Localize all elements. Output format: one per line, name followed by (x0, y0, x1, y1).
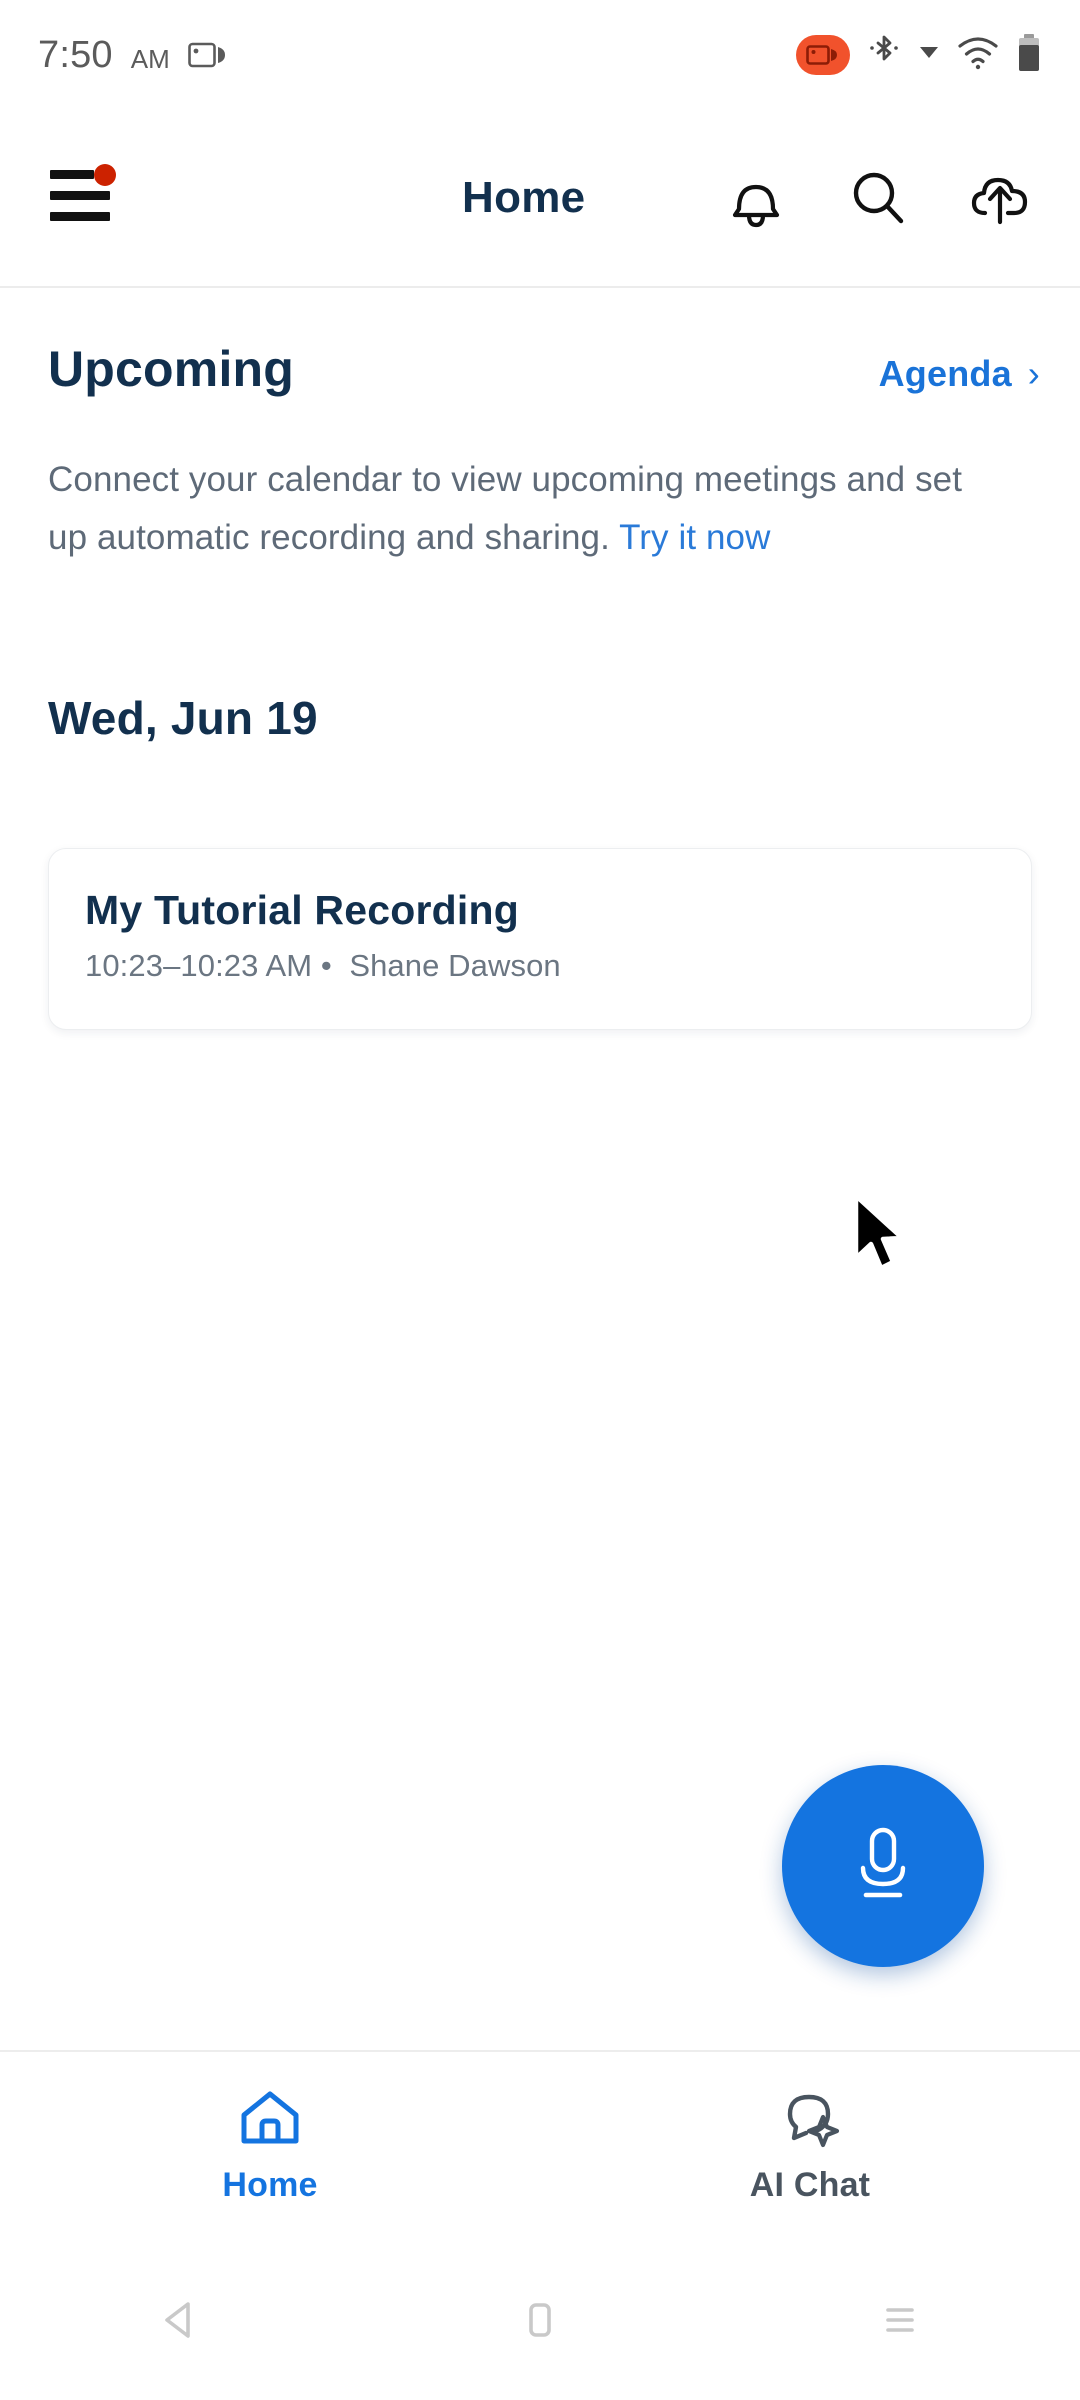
wifi-icon (957, 36, 999, 75)
status-bar-right (796, 32, 1042, 79)
bottom-nav-item-ai-chat[interactable]: AI Chat (540, 2087, 1080, 2205)
bottom-nav-item-home[interactable]: Home (0, 2087, 540, 2205)
calendar-connect-blurb: Connect your calendar to view upcoming m… (48, 451, 976, 567)
screen-record-icon (187, 40, 228, 74)
hamburger-menu-icon[interactable] (50, 164, 122, 230)
try-it-now-link[interactable]: Try it now (619, 518, 770, 557)
notifications-bell-icon[interactable] (720, 162, 792, 234)
cloud-upload-icon[interactable] (964, 162, 1036, 234)
back-triangle-icon[interactable] (0, 2294, 360, 2346)
page-title: Home (462, 173, 586, 222)
battery-icon (1016, 33, 1042, 78)
menu-line-top (50, 170, 94, 179)
app-bar: Home (0, 110, 1080, 288)
microphone-icon (840, 1818, 926, 1915)
bottom-nav-label-ai-chat: AI Chat (749, 2166, 871, 2204)
record-fab-button[interactable] (782, 1765, 984, 1967)
phone-screen: 7:50 AM Home Upcoming Agenda › Connect y… (0, 0, 1080, 2400)
video-recording-badge-icon (796, 35, 850, 75)
chevron-right-icon: › (1027, 353, 1040, 394)
date-heading: Wed, Jun 19 (48, 692, 318, 744)
android-system-nav (0, 2240, 1080, 2400)
status-bar: 7:50 AM (0, 0, 1080, 110)
status-bar-left: 7:50 AM (38, 36, 228, 74)
menu-line-bottom (50, 212, 110, 221)
status-clock: 7:50 (38, 34, 113, 76)
upcoming-title: Upcoming (48, 341, 295, 397)
upcoming-section-header: Upcoming Agenda › (48, 340, 1040, 398)
blurb-text: Connect your calendar to view upcoming m… (48, 460, 963, 557)
bottom-nav-label-home: Home (222, 2166, 318, 2204)
meeting-subtitle: 10:23–10:23 AM • Shane Dawson (85, 948, 995, 984)
home-square-icon[interactable] (360, 2294, 720, 2346)
ai-chat-sparkle-icon (776, 2087, 844, 2154)
bluetooth-icon (867, 32, 901, 79)
meeting-separator: • (320, 948, 332, 983)
menu-notification-badge (94, 164, 116, 186)
bottom-navigation-bar: Home AI Chat (0, 2050, 1080, 2240)
agenda-link-label: Agenda (878, 353, 1012, 394)
download-triangle-icon (918, 43, 940, 68)
recents-lines-icon[interactable] (720, 2294, 1080, 2346)
search-icon[interactable] (842, 162, 914, 234)
app-bar-actions (720, 162, 1036, 234)
mouse-pointer-icon (850, 1192, 920, 1278)
meeting-time-range: 10:23–10:23 AM (85, 948, 313, 983)
meeting-host: Shane Dawson (349, 948, 561, 983)
agenda-link[interactable]: Agenda › (879, 353, 1040, 395)
menu-line-middle (50, 191, 110, 200)
status-clock-ampm: AM (130, 44, 170, 74)
home-icon (236, 2087, 304, 2154)
meeting-title: My Tutorial Recording (85, 887, 519, 933)
meeting-card[interactable]: My Tutorial Recording 10:23–10:23 AM • S… (48, 848, 1032, 1030)
